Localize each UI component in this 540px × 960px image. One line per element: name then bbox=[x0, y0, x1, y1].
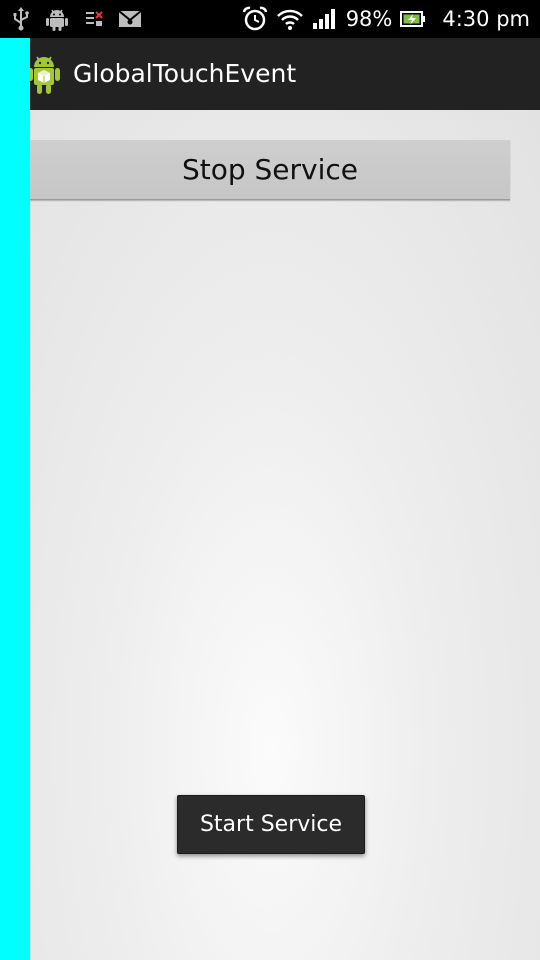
notification-icons bbox=[12, 0, 142, 38]
wifi-icon bbox=[276, 7, 304, 31]
sim-icon bbox=[84, 9, 104, 29]
app-title: GlobalTouchEvent bbox=[73, 59, 297, 88]
status-bar: 98% 4:30 pm bbox=[0, 0, 540, 38]
touch-overlay-strip[interactable] bbox=[0, 38, 30, 960]
clock: 4:30 pm bbox=[442, 7, 530, 31]
toast-message: Start Service bbox=[177, 795, 365, 854]
main-content: Stop Service Start Service bbox=[0, 110, 540, 960]
battery-percentage: 98% bbox=[345, 7, 393, 31]
usb-icon bbox=[12, 7, 30, 31]
android-app-icon[interactable] bbox=[26, 52, 62, 96]
action-bar: GlobalTouchEvent bbox=[0, 38, 540, 110]
alarm-icon bbox=[242, 6, 268, 32]
stop-service-button[interactable]: Stop Service bbox=[30, 140, 510, 200]
email-icon bbox=[118, 10, 142, 28]
signal-icon bbox=[312, 8, 336, 30]
battery-charging-icon bbox=[400, 9, 426, 29]
system-indicators: 98% 4:30 pm bbox=[242, 0, 530, 38]
android-debug-icon bbox=[44, 6, 70, 32]
